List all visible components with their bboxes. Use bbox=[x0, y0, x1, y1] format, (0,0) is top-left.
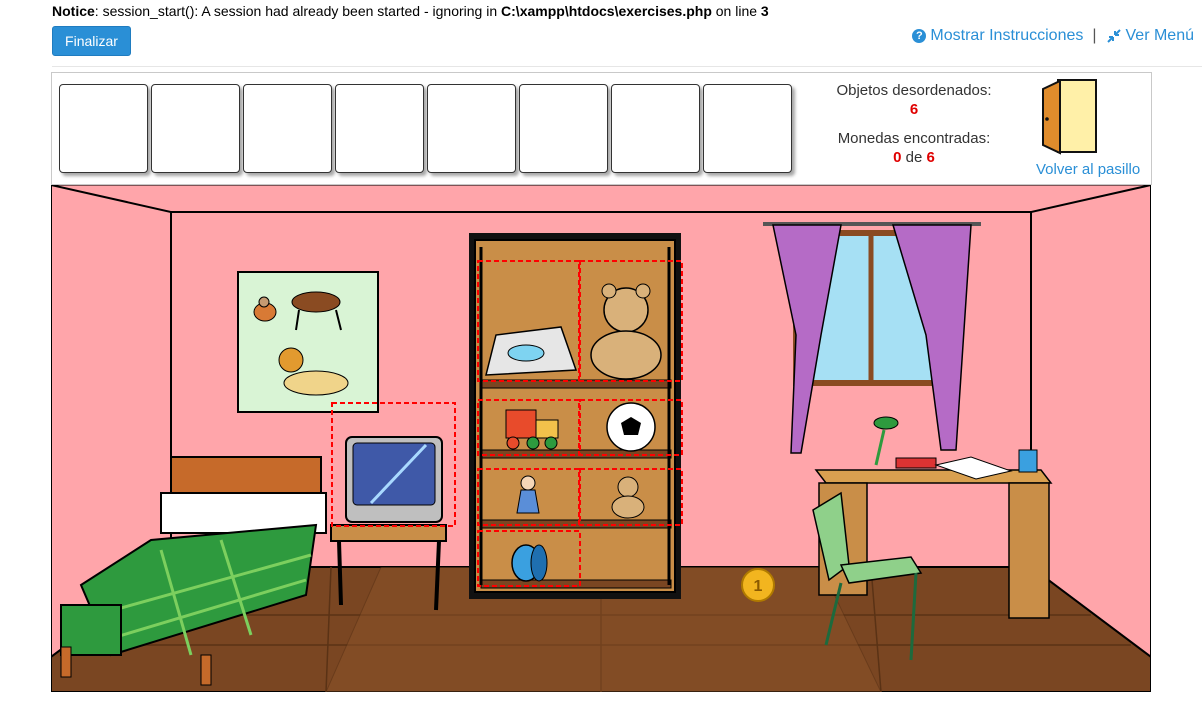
mostrar-instrucciones-label: Mostrar Instrucciones bbox=[930, 27, 1084, 44]
ver-menu-label: Ver Menú bbox=[1125, 27, 1194, 44]
game-panel: Objetos desordenados: 6 Monedas encontra… bbox=[51, 72, 1152, 185]
notice-message: : session_start(): A session had already… bbox=[94, 3, 502, 19]
monedas-of: de bbox=[905, 149, 923, 166]
monedas-label: Monedas encontradas: bbox=[837, 130, 991, 147]
mostrar-instrucciones-link[interactable]: ? Mostrar Instrucciones bbox=[912, 27, 1083, 45]
question-circle-icon: ? bbox=[912, 29, 927, 43]
inventory-slot-4[interactable] bbox=[335, 84, 424, 173]
desordenados-label: Objetos desordenados: bbox=[836, 82, 992, 99]
game-stats: Objetos desordenados: 6 Monedas encontra… bbox=[822, 81, 1006, 167]
link-separator: | bbox=[1092, 27, 1097, 44]
notice-file: C:\xampp\htdocs\exercises.php bbox=[501, 3, 712, 19]
php-notice: Notice: session_start(): A session had a… bbox=[52, 3, 769, 19]
volver-al-pasillo-link[interactable]: Volver al pasillo bbox=[1036, 161, 1140, 178]
coin-label: 1 bbox=[754, 578, 763, 595]
desordenados-count: 6 bbox=[909, 101, 919, 118]
gold-coin[interactable]: 1 bbox=[741, 568, 775, 602]
monedas-found: 0 bbox=[893, 149, 902, 166]
inventory-slot-8[interactable] bbox=[703, 84, 792, 173]
header-divider bbox=[52, 66, 1202, 67]
inventory-slot-5[interactable] bbox=[427, 84, 516, 173]
door-icon[interactable] bbox=[1040, 79, 1100, 155]
inventory-slot-1[interactable] bbox=[59, 84, 148, 173]
bedroom-scene: 1 bbox=[51, 185, 1151, 692]
top-links: ? Mostrar Instrucciones | Ver Menú bbox=[912, 27, 1194, 45]
compress-arrows-icon bbox=[1106, 29, 1121, 43]
finalizar-button[interactable]: Finalizar bbox=[52, 26, 131, 56]
inventory-slot-2[interactable] bbox=[151, 84, 240, 173]
ver-menu-link[interactable]: Ver Menú bbox=[1106, 27, 1194, 45]
notice-label: Notice bbox=[52, 3, 95, 19]
animal-painting bbox=[237, 271, 379, 413]
monedas-count: 0 de 6 bbox=[822, 148, 1006, 167]
inventory-slot-6[interactable] bbox=[519, 84, 608, 173]
inventory-slot-3[interactable] bbox=[243, 84, 332, 173]
inventory-slot-7[interactable] bbox=[611, 84, 700, 173]
notice-on-line: on line bbox=[711, 3, 761, 19]
monedas-total: 6 bbox=[926, 149, 935, 166]
notice-line: 3 bbox=[760, 3, 769, 19]
